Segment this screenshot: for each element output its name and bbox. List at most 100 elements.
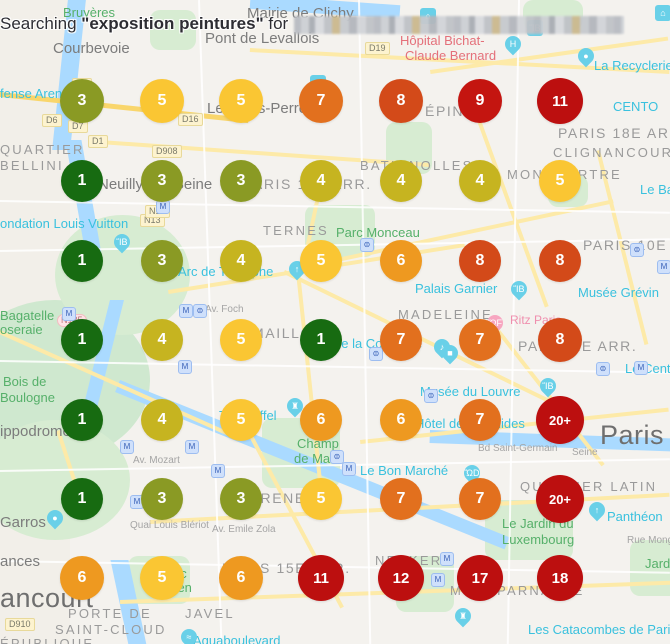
map-cluster-marker[interactable]: 3 xyxy=(141,160,183,202)
marker-count-label: 3 xyxy=(236,172,246,189)
museum-pin[interactable]: ἽB xyxy=(110,230,134,255)
museum-pin[interactable]: ἽB xyxy=(527,20,543,41)
catacombs-pin[interactable]: ♜ xyxy=(451,604,475,629)
marker-count-label: 6 xyxy=(316,411,326,428)
pin-glyph: ● xyxy=(583,51,589,61)
map-cluster-marker[interactable]: 18 xyxy=(537,555,583,601)
transit-station-icon[interactable]: M xyxy=(431,573,445,587)
hospital-pin[interactable]: H xyxy=(501,32,525,57)
transit-station-icon[interactable]: M xyxy=(62,307,76,321)
camera-pin[interactable]: ■ xyxy=(438,341,462,366)
map-cluster-marker[interactable]: 5 xyxy=(140,79,184,123)
pool-pin[interactable]: ≈ xyxy=(177,625,201,644)
map-cluster-marker[interactable]: 9 xyxy=(458,79,502,123)
transit-station-icon[interactable]: M xyxy=(634,361,648,375)
map-cluster-marker[interactable]: 5 xyxy=(140,556,184,600)
transit-station-icon[interactable]: M xyxy=(120,440,134,454)
transit-station-icon[interactable]: M xyxy=(185,440,199,454)
map-cluster-marker[interactable]: 5 xyxy=(300,240,342,282)
map-cluster-marker[interactable]: 1 xyxy=(61,399,103,441)
map-cluster-marker[interactable]: 1 xyxy=(61,240,103,282)
building-pin[interactable]: ⌂ xyxy=(420,8,436,29)
map-cluster-marker[interactable]: 7 xyxy=(380,478,422,520)
map-cluster-marker[interactable]: 7 xyxy=(459,399,501,441)
map-cluster-marker[interactable]: 8 xyxy=(379,79,423,123)
map-search-screen: Bruyères Mairie de Clichy Courbevoie Pont d… xyxy=(0,0,670,644)
map-cluster-marker[interactable]: 7 xyxy=(299,79,343,123)
map-cluster-marker[interactable]: 6 xyxy=(219,556,263,600)
map-cluster-marker[interactable]: 3 xyxy=(220,478,262,520)
marker-count-label: 12 xyxy=(392,569,410,587)
transit-station-icon[interactable]: M xyxy=(211,464,225,478)
map-cluster-marker[interactable]: 8 xyxy=(538,318,582,362)
map-cluster-marker[interactable]: 5 xyxy=(539,160,581,202)
map-cluster-marker[interactable]: 1 xyxy=(61,478,103,520)
transit-station-icon[interactable]: M xyxy=(657,260,670,274)
map-cluster-marker[interactable]: 3 xyxy=(141,478,183,520)
map-cluster-marker[interactable]: 3 xyxy=(141,240,183,282)
marker-count-label: 8 xyxy=(555,331,565,348)
map-cluster-marker[interactable]: 4 xyxy=(300,160,342,202)
museum-pin[interactable]: ἽB xyxy=(507,277,531,302)
transit-station-icon[interactable]: ⊜ xyxy=(330,450,344,464)
transit-station-icon[interactable]: M xyxy=(156,200,170,214)
transit-station-icon[interactable]: ⊜ xyxy=(193,304,207,318)
transit-station-icon[interactable]: ⊜ xyxy=(596,362,610,376)
map-cluster-marker[interactable]: 6 xyxy=(380,240,422,282)
map-cluster-marker[interactable]: 20+ xyxy=(536,475,584,523)
map-cluster-marker[interactable]: 4 xyxy=(380,160,422,202)
marker-count-label: 20+ xyxy=(548,491,572,507)
map-cluster-marker[interactable]: 5 xyxy=(300,478,342,520)
marker-count-label: 4 xyxy=(157,331,167,348)
map-cluster-marker[interactable]: 4 xyxy=(141,399,183,441)
map-cluster-marker[interactable]: 4 xyxy=(141,319,183,361)
transit-station-icon[interactable]: ⊜ xyxy=(360,238,374,252)
marker-count-label: 6 xyxy=(77,569,87,586)
map-cluster-marker[interactable]: 1 xyxy=(61,319,103,361)
transit-station-icon[interactable]: M xyxy=(440,552,454,566)
map-cluster-marker[interactable]: 7 xyxy=(459,478,501,520)
map-cluster-marker[interactable]: 6 xyxy=(60,556,104,600)
monument-pin[interactable]: ↑ xyxy=(585,498,609,523)
transit-station-icon[interactable]: ⊜ xyxy=(630,243,644,257)
map-cluster-marker[interactable]: 4 xyxy=(220,240,262,282)
transit-station-icon[interactable]: ⊜ xyxy=(424,389,438,403)
map-cluster-marker[interactable]: 6 xyxy=(380,399,422,441)
map-cluster-marker[interactable]: 8 xyxy=(539,240,581,282)
green-pin[interactable]: ● xyxy=(43,506,67,531)
map-cluster-marker[interactable]: 8 xyxy=(459,240,501,282)
road-shield: D6 xyxy=(42,114,62,127)
map-cluster-marker[interactable]: 6 xyxy=(300,399,342,441)
marker-count-label: 1 xyxy=(77,252,87,269)
pin-glyph: ♜ xyxy=(458,611,468,621)
map-cluster-marker[interactable]: 20+ xyxy=(536,396,584,444)
map-cluster-marker[interactable]: 4 xyxy=(459,160,501,202)
map-cluster-marker[interactable]: 5 xyxy=(220,319,262,361)
building-pin[interactable]: ⌂ xyxy=(655,5,670,26)
marker-count-label: 5 xyxy=(157,92,167,109)
road-shield: D1 xyxy=(88,135,108,148)
map-cluster-marker[interactable]: 12 xyxy=(378,555,424,601)
transit-station-icon[interactable]: M xyxy=(342,462,356,476)
marker-count-label: 4 xyxy=(236,252,246,269)
map-cluster-marker[interactable]: 17 xyxy=(457,555,503,601)
marker-count-label: 1 xyxy=(77,411,87,428)
map-cluster-marker[interactable]: 5 xyxy=(220,399,262,441)
marker-count-label: 20+ xyxy=(548,412,572,428)
transit-station-icon[interactable]: ⊜ xyxy=(369,347,383,361)
transit-station-icon[interactable]: M xyxy=(179,304,193,318)
map-cluster-marker[interactable]: 11 xyxy=(298,555,344,601)
amber-pin[interactable]: ● xyxy=(574,44,598,69)
map-cluster-marker[interactable]: 11 xyxy=(537,78,583,124)
map-cluster-marker[interactable]: 5 xyxy=(219,79,263,123)
marker-count-label: 3 xyxy=(157,252,167,269)
map-cluster-marker[interactable]: 3 xyxy=(220,160,262,202)
marker-count-label: 1 xyxy=(77,331,87,348)
map-cluster-marker[interactable]: 3 xyxy=(60,79,104,123)
map-cluster-marker[interactable]: 7 xyxy=(380,319,422,361)
transit-station-icon[interactable]: M xyxy=(178,360,192,374)
map-cluster-marker[interactable]: 1 xyxy=(300,319,342,361)
map-cluster-marker[interactable]: 7 xyxy=(459,319,501,361)
marker-count-label: 3 xyxy=(157,172,167,189)
map-cluster-marker[interactable]: 1 xyxy=(61,160,103,202)
